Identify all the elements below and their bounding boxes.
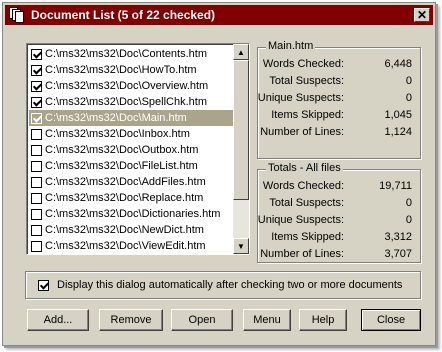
document-list-dialog: Document List (5 of 22 checked) ✕ C:\ms3… [2,2,436,346]
window-title: Document List (5 of 22 checked) [31,8,216,22]
open-button[interactable]: Open [171,309,233,331]
stat-row: Total Suspects: 0 [258,197,420,213]
file-checkbox[interactable] [31,192,42,204]
file-list-item[interactable]: C:\ms32\ms32\Doc\Overview.htm [29,78,233,94]
scroll-down-button[interactable]: ▼ [233,238,249,254]
auto-display-checkbox[interactable] [38,279,49,291]
stat-label: Unique Suspects: [257,92,344,104]
stat-label: Total Suspects: [269,197,344,209]
stat-label: Words Checked: [262,58,344,70]
totals-stats-group: Totals - All files Words Checked: 19,711 T… [257,162,421,264]
stat-row: Items Skipped: 3,312 [258,231,420,247]
file-checkbox[interactable] [31,144,42,156]
file-path: C:\ms32\ms32\Doc\NewDict.htm [45,224,204,236]
file-path: C:\ms32\ms32\Doc\Replace.htm [45,192,204,204]
stat-value: 3,312 [384,231,412,243]
remove-button[interactable]: Remove [99,309,163,331]
stat-value: 6,448 [384,58,412,70]
scroll-thumb[interactable] [233,60,249,200]
title-bar[interactable]: Document List (5 of 22 checked) ✕ [5,5,433,25]
close-button[interactable]: Close [361,309,421,331]
stat-value: 1,124 [384,126,412,138]
add-button[interactable]: Add... [27,309,89,331]
file-list-item[interactable]: C:\ms32\ms32\Doc\Main.htm [29,110,233,126]
file-path: C:\ms32\ms32\Doc\ViewEdit.htm [45,240,206,252]
vertical-scrollbar[interactable]: ▲ ▼ [233,44,249,254]
stat-value: 0 [405,92,412,104]
stat-value: 0 [405,214,412,226]
file-path: C:\ms32\ms32\Doc\Main.htm [45,112,187,124]
current-file-stats-group: Main.htm Words Checked: 6,448 Total Suspec… [257,40,421,159]
stat-value: 0 [405,197,412,209]
file-path: C:\ms32\ms32\Doc\FileList.htm [45,160,198,172]
file-checkbox[interactable] [31,96,42,108]
file-list-item[interactable]: C:\ms32\ms32\Doc\AddFiles.htm [29,174,233,190]
file-list-item[interactable]: C:\ms32\ms32\Doc\SpellChk.htm [29,94,233,110]
file-list-item[interactable]: C:\ms32\ms32\Doc\ViewEdit.htm [29,238,233,254]
file-checkbox[interactable] [31,176,42,188]
file-list-item[interactable]: C:\ms32\ms32\Doc\FileList.htm [29,158,233,174]
file-checkbox[interactable] [31,48,42,60]
stat-label: Number of Lines: [260,126,344,138]
file-path: C:\ms32\ms32\Doc\SpellChk.htm [45,96,207,108]
stat-label: Items Skipped: [271,231,344,243]
file-checkbox[interactable] [31,224,42,236]
stat-value: 1,045 [384,109,412,121]
stat-value: 0 [405,75,412,87]
menu-button[interactable]: Menu [243,309,291,331]
document-list: C:\ms32\ms32\Doc\Contents.htm C:\ms32\ms3… [29,46,233,254]
stat-label: Unique Suspects: [257,214,344,226]
stat-row: Words Checked: 6,448 [258,58,420,74]
file-path: C:\ms32\ms32\Doc\Dictionaries.htm [45,208,221,220]
stat-row: Words Checked: 19,711 [258,180,420,196]
file-list-item[interactable]: C:\ms32\ms32\Doc\Replace.htm [29,190,233,206]
current-file-stats-title: Main.htm [266,40,316,52]
help-button[interactable]: Help [299,309,347,331]
stat-row: Number of Lines: 1,124 [258,126,420,142]
file-path: C:\ms32\ms32\Doc\Outbox.htm [45,144,199,156]
stat-row: Number of Lines: 3,707 [258,248,420,264]
stat-row: Unique Suspects: 0 [258,92,420,108]
file-checkbox[interactable] [31,80,42,92]
file-list-item[interactable]: C:\ms32\ms32\Doc\Inbox.htm [29,126,233,142]
file-list-item[interactable]: C:\ms32\ms32\Doc\Contents.htm [29,46,233,62]
file-list-item[interactable]: C:\ms32\ms32\Doc\Outbox.htm [29,142,233,158]
document-listbox[interactable]: C:\ms32\ms32\Doc\Contents.htm C:\ms32\ms3… [26,43,250,255]
close-icon[interactable]: ✕ [414,8,430,22]
file-checkbox[interactable] [31,64,42,76]
document-list-icon [9,7,25,23]
file-path: C:\ms32\ms32\Doc\HowTo.htm [45,64,197,76]
file-list-item[interactable]: C:\ms32\ms32\Doc\Dictionaries.htm [29,206,233,222]
stat-row: Unique Suspects: 0 [258,214,420,230]
stat-row: Total Suspects: 0 [258,75,420,91]
file-checkbox[interactable] [31,160,42,172]
file-checkbox[interactable] [31,240,42,252]
file-path: C:\ms32\ms32\Doc\Overview.htm [45,80,209,92]
file-path: C:\ms32\ms32\Doc\Contents.htm [45,48,208,60]
stat-label: Words Checked: [262,180,344,192]
file-path: C:\ms32\ms32\Doc\AddFiles.htm [45,176,206,188]
stat-label: Total Suspects: [269,75,344,87]
stat-label: Number of Lines: [260,248,344,260]
auto-display-option: Display this dialog automatically after … [25,271,421,299]
stat-value: 3,707 [384,248,412,260]
file-checkbox[interactable] [31,208,42,220]
stat-row: Items Skipped: 1,045 [258,109,420,125]
auto-display-label: Display this dialog automatically after … [57,279,403,291]
stat-value: 19,711 [379,180,412,192]
file-checkbox[interactable] [31,112,42,124]
file-list-item[interactable]: C:\ms32\ms32\Doc\NewDict.htm [29,222,233,238]
scroll-up-button[interactable]: ▲ [233,44,249,60]
totals-stats-title: Totals - All files [266,162,343,174]
stat-label: Items Skipped: [271,109,344,121]
file-list-item[interactable]: C:\ms32\ms32\Doc\HowTo.htm [29,62,233,78]
file-checkbox[interactable] [31,128,42,140]
file-path: C:\ms32\ms32\Doc\Inbox.htm [45,128,190,140]
